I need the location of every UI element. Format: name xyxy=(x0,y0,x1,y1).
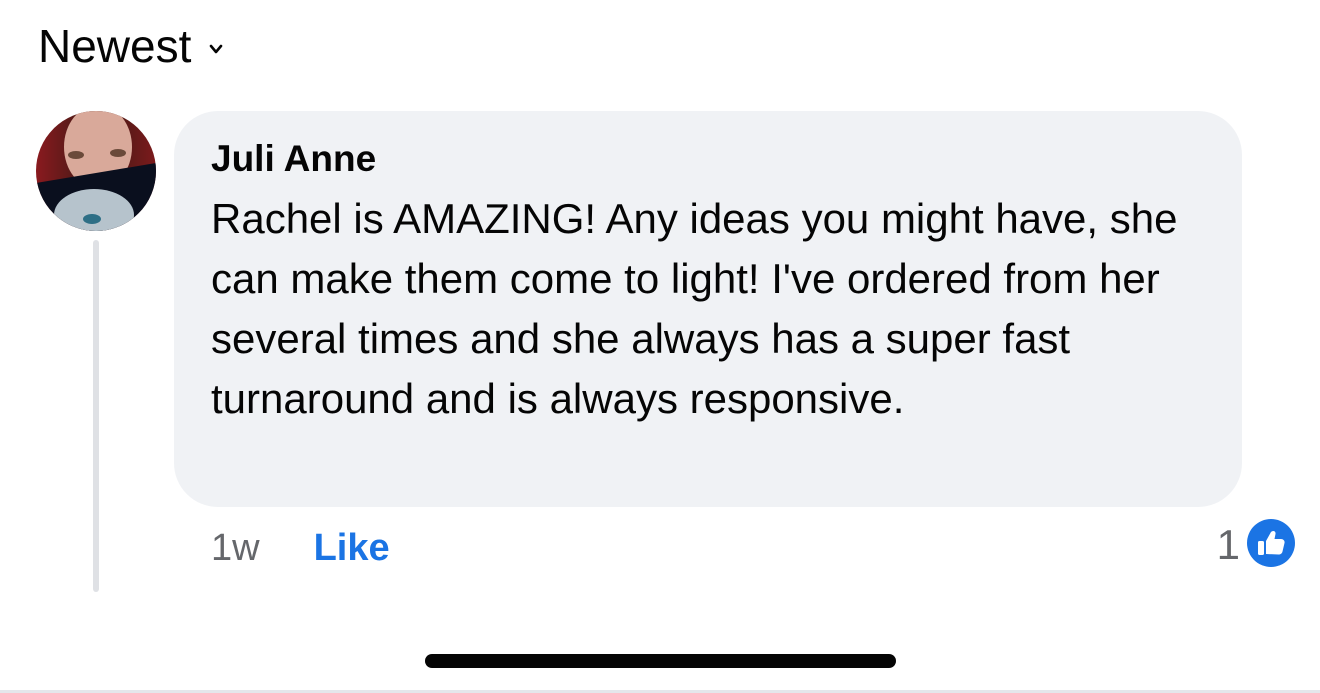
thread-line xyxy=(93,240,99,592)
reaction-count: 1 xyxy=(1216,521,1240,568)
comment-bubble: Juli Anne Rachel is AMAZING! Any ideas y… xyxy=(174,111,1242,507)
sort-dropdown[interactable]: Newest xyxy=(38,20,223,72)
comment-actions: 1w Like xyxy=(211,522,390,574)
comment-timestamp[interactable]: 1w xyxy=(211,527,260,570)
avatar[interactable] xyxy=(36,111,156,231)
reaction-summary[interactable]: 1 xyxy=(1217,517,1296,573)
chevron-down-icon xyxy=(209,42,223,56)
home-indicator[interactable] xyxy=(425,654,896,668)
sort-label: Newest xyxy=(38,20,192,72)
comment-author[interactable]: Juli Anne xyxy=(211,135,1212,183)
like-button[interactable]: Like xyxy=(314,527,390,570)
comment-text: Rachel is AMAZING! Any ideas you might h… xyxy=(211,195,1178,422)
thumbs-up-icon xyxy=(1246,518,1296,573)
